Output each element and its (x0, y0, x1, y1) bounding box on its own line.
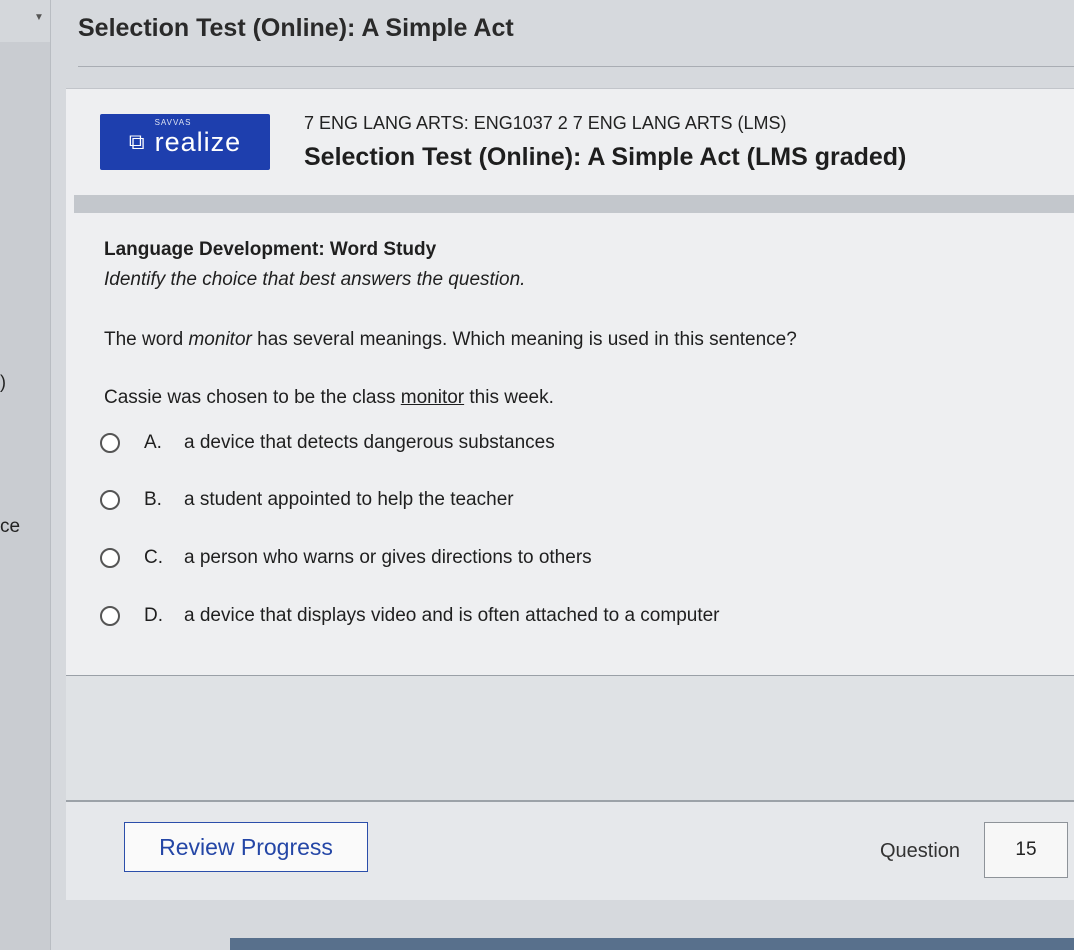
caret-down-icon[interactable]: ▼ (34, 12, 44, 23)
assignment-title: Selection Test (Online): A Simple Act (L… (304, 143, 907, 171)
page-title: Selection Test (Online): A Simple Act (78, 14, 514, 42)
option-text: a device that detects dangerous substanc… (184, 432, 555, 453)
option-letter: D. (144, 605, 163, 626)
review-progress-button[interactable]: Review Progress (124, 822, 368, 872)
radio-button[interactable] (100, 490, 120, 510)
directions: Identify the choice that best answers th… (104, 269, 526, 290)
sentence-term: monitor (400, 387, 465, 408)
header-divider (78, 66, 1074, 67)
option-text: a person who warns or gives directions t… (184, 547, 592, 568)
example-sentence: Cassie was chosen to be the class monito… (104, 387, 554, 408)
prompt-term: monitor (188, 329, 252, 350)
section-title: Language Development: Word Study (104, 239, 437, 260)
answer-option-c[interactable]: C. a person who warns or gives direction… (100, 545, 592, 571)
question-number: 15 (1015, 839, 1037, 860)
radio-button[interactable] (100, 433, 120, 453)
realize-logo[interactable]: ⧉ SAVVAS realize (100, 114, 270, 170)
logo-brand-word: realize (154, 126, 242, 157)
sidebar-top: ▼ (0, 0, 50, 42)
option-letter: B. (144, 489, 162, 510)
logo-brand-small: SAVVAS (154, 117, 192, 127)
question-number-box[interactable]: 15 (984, 822, 1068, 878)
option-letter: A. (144, 432, 162, 453)
footer-bar: Review Progress Question 15 (66, 802, 1074, 900)
left-sidebar: ▼ ) ce (0, 0, 51, 950)
answer-option-b[interactable]: B. a student appointed to help the teach… (100, 487, 514, 513)
question-label: Question (880, 840, 961, 862)
external-link-icon: ⧉ (128, 129, 145, 154)
empty-panel (66, 676, 1074, 800)
answer-option-d[interactable]: D. a device that displays video and is o… (100, 603, 720, 629)
divider-band (74, 195, 1074, 213)
radio-button[interactable] (100, 606, 120, 626)
taskbar-strip (230, 938, 1074, 950)
option-text: a device that displays video and is ofte… (184, 605, 720, 626)
sidebar-cut-text: ) (0, 372, 6, 392)
option-letter: C. (144, 547, 163, 568)
sidebar-cut-label: ce (0, 516, 21, 537)
radio-button[interactable] (100, 548, 120, 568)
question-card: ⧉ SAVVAS realize 7 ENG LANG ARTS: ENG103… (66, 88, 1074, 677)
option-text: a student appointed to help the teacher (184, 489, 514, 510)
answer-option-a[interactable]: A. a device that detects dangerous subst… (100, 430, 555, 456)
course-line: 7 ENG LANG ARTS: ENG1037 2 7 ENG LANG AR… (304, 113, 787, 133)
question-prompt: The word monitor has several meanings. W… (104, 329, 797, 350)
